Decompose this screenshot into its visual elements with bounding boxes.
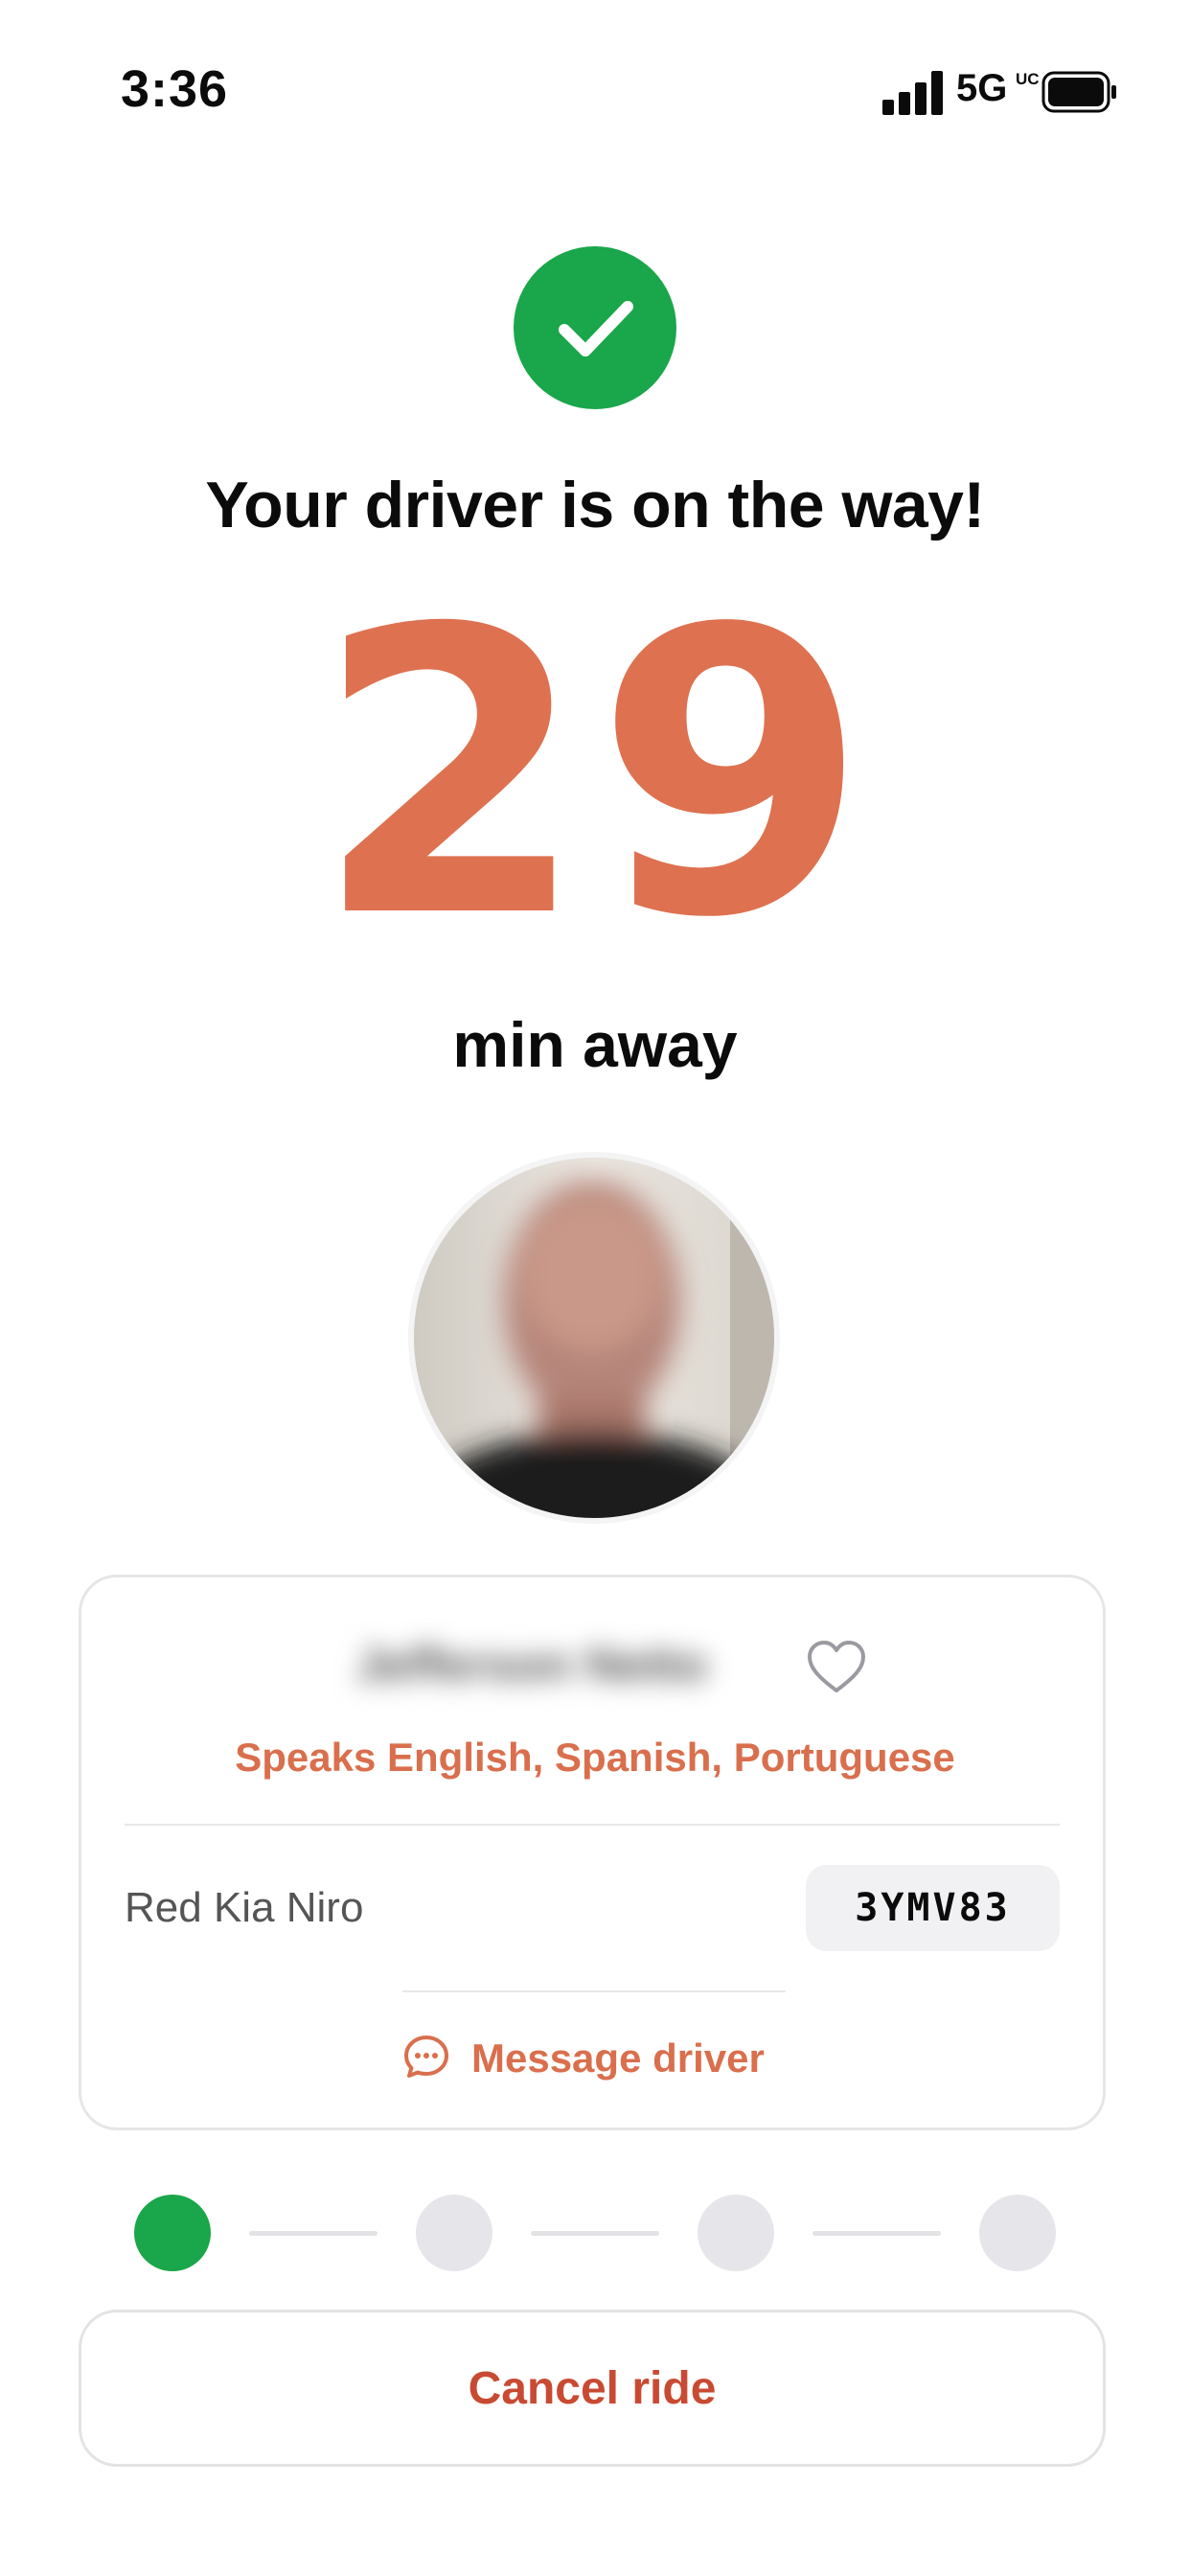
divider xyxy=(125,1824,1060,1826)
headline: Your driver is on the way! xyxy=(205,469,985,541)
progress-connector xyxy=(531,2231,659,2236)
cancel-ride-button[interactable]: Cancel ride xyxy=(79,2310,1106,2467)
progress-connector xyxy=(249,2231,378,2236)
progress-connector xyxy=(812,2231,941,2236)
progress-step xyxy=(416,2195,492,2271)
progress-step xyxy=(979,2195,1056,2271)
license-plate: 3YMV83 xyxy=(806,1865,1060,1951)
progress-step xyxy=(134,2195,211,2271)
driver-avatar xyxy=(414,1158,774,1518)
cellular-signal-icon xyxy=(882,71,946,115)
eta-unit: min away xyxy=(452,1009,738,1080)
message-driver-label: Message driver xyxy=(471,2036,765,2081)
vehicle-model: Red Kia Niro xyxy=(125,1884,364,1931)
divider xyxy=(402,1990,786,1992)
heart-icon[interactable] xyxy=(805,1639,868,1696)
network-type: 5G xyxy=(956,67,1008,109)
eta-minutes: 29 xyxy=(313,545,877,1003)
battery-icon xyxy=(1041,71,1118,113)
status-time: 3:36 xyxy=(121,60,229,118)
message-driver-button[interactable]: Message driver xyxy=(402,2030,765,2087)
driver-languages: Speaks English, Spanish, Portuguese xyxy=(235,1735,955,1780)
checkmark-icon xyxy=(514,246,676,409)
progress-step xyxy=(698,2195,774,2271)
network-type-sup: UC xyxy=(1016,70,1040,88)
chat-bubble-icon xyxy=(402,2033,450,2085)
driver-name: Jefferson Netto xyxy=(355,1638,708,1691)
